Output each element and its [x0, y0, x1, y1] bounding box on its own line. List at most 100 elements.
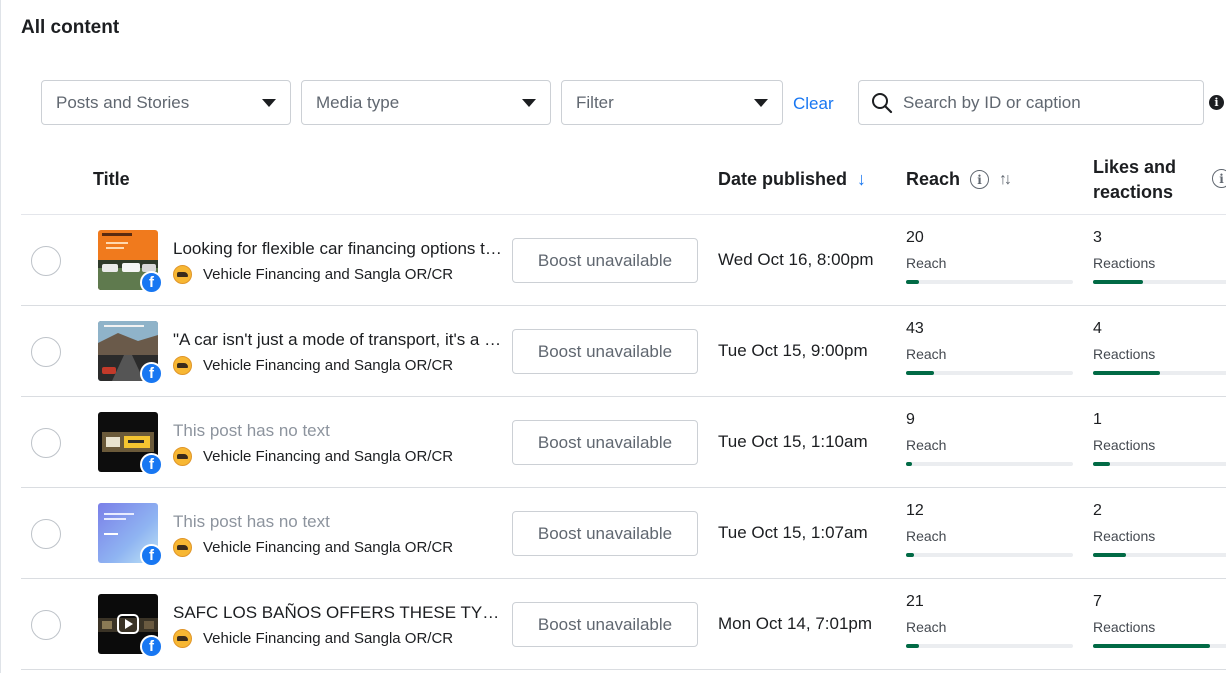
reach-info-icon[interactable]: i: [970, 170, 990, 189]
facebook-icon: f: [140, 544, 163, 567]
reach-bar-fill: [906, 280, 920, 284]
reach-label: Reach: [906, 528, 947, 544]
reactions-bar-fill: [1093, 462, 1110, 466]
column-date-label: Date published: [718, 169, 848, 189]
boost-unavailable-button[interactable]: Boost unavailable: [512, 511, 698, 556]
reactions-metric: 7 Reactions: [1093, 593, 1226, 648]
reach-value: 9: [906, 411, 915, 428]
row-select-radio[interactable]: [31, 519, 61, 549]
boost-unavailable-button[interactable]: Boost unavailable: [512, 420, 698, 465]
date-published: Tue Oct 15, 1:07am: [718, 523, 868, 542]
reach-bar: [906, 462, 1073, 466]
reach-bar-fill: [906, 644, 920, 648]
boost-unavailable-button[interactable]: Boost unavailable: [512, 602, 698, 647]
reactions-metric: 2 Reactions: [1093, 502, 1226, 557]
reactions-bar-fill: [1093, 280, 1144, 284]
reactions-value: 7: [1093, 593, 1102, 610]
page-name: Vehicle Financing and Sangla OR/CR: [203, 539, 454, 556]
row-select-radio[interactable]: [31, 246, 61, 276]
row-select-radio[interactable]: [31, 337, 61, 367]
posts-stories-dropdown[interactable]: Posts and Stories: [41, 80, 291, 125]
filter-dropdown[interactable]: Filter: [561, 80, 783, 125]
date-published: Tue Oct 15, 9:00pm: [718, 341, 868, 360]
page-avatar: [173, 356, 192, 375]
post-title[interactable]: Looking for flexible car financing optio…: [173, 239, 508, 259]
facebook-icon: f: [140, 453, 163, 476]
reactions-metric: 1 Reactions: [1093, 411, 1226, 466]
page-left-border: [0, 0, 1, 673]
reactions-bar-fill: [1093, 553, 1127, 557]
media-type-dropdown[interactable]: Media type: [301, 80, 551, 125]
date-published: Tue Oct 15, 1:10am: [718, 432, 868, 451]
reactions-bar: [1093, 553, 1226, 557]
date-published: Wed Oct 16, 8:00pm: [718, 250, 874, 269]
reactions-label: Reactions: [1093, 255, 1156, 271]
table-row[interactable]: f Looking for flexible car financing opt…: [21, 215, 1226, 306]
reactions-value: 2: [1093, 502, 1102, 519]
facebook-icon: f: [140, 271, 163, 294]
reactions-value: 3: [1093, 229, 1102, 246]
column-likes-label-line1: Likes and: [1093, 157, 1177, 177]
reach-bar-fill: [906, 371, 935, 375]
column-header-reach[interactable]: Reach i ↑↓: [906, 169, 1012, 190]
column-header-likes-reactions[interactable]: Likes and reactions: [1093, 155, 1176, 205]
post-title[interactable]: This post has no text: [173, 512, 508, 532]
reactions-label: Reactions: [1093, 528, 1156, 544]
page-avatar: [173, 629, 192, 648]
reach-value: 21: [906, 593, 924, 610]
search-info-icon[interactable]: i: [1209, 95, 1224, 110]
post-title[interactable]: This post has no text: [173, 421, 508, 441]
table-row[interactable]: f This post has no text Vehicle Financin…: [21, 488, 1226, 579]
table-row[interactable]: f This post has no text Vehicle Financin…: [21, 397, 1226, 488]
sort-descending-icon[interactable]: ↓: [857, 169, 866, 190]
page-avatar: [173, 447, 192, 466]
reactions-label: Reactions: [1093, 346, 1156, 362]
table-row[interactable]: f SAFC LOS BAÑOS OFFERS THESE TYPE OF LO…: [21, 579, 1226, 670]
caret-down-icon: [262, 98, 276, 107]
reactions-value: 1: [1093, 411, 1102, 428]
filter-dropdown-label: Filter: [576, 92, 614, 112]
reach-metric: 20 Reach: [906, 229, 1073, 284]
column-header-title: Title: [93, 169, 130, 190]
page-avatar: [173, 265, 192, 284]
post-title[interactable]: "A car isn't just a mode of transport, i…: [173, 330, 508, 350]
reach-bar-fill: [906, 553, 914, 557]
reach-label: Reach: [906, 619, 947, 635]
search-input[interactable]: [903, 92, 1191, 113]
posts-stories-dropdown-label: Posts and Stories: [56, 92, 190, 112]
table-row[interactable]: f "A car isn't just a mode of transport,…: [21, 306, 1226, 397]
row-select-radio[interactable]: [31, 428, 61, 458]
reactions-bar: [1093, 644, 1226, 648]
search-box[interactable]: [858, 80, 1204, 125]
sort-toggle-icon[interactable]: ↑↓: [999, 171, 1012, 189]
boost-unavailable-button[interactable]: Boost unavailable: [512, 238, 698, 283]
boost-unavailable-button[interactable]: Boost unavailable: [512, 329, 698, 374]
likes-info-icon[interactable]: i: [1212, 169, 1226, 188]
reach-label: Reach: [906, 437, 947, 453]
date-published: Mon Oct 14, 7:01pm: [718, 614, 873, 633]
post-title[interactable]: SAFC LOS BAÑOS OFFERS THESE TYPE OF LOAN…: [173, 603, 508, 623]
column-header-date[interactable]: Date published ↓: [718, 169, 866, 190]
reactions-label: Reactions: [1093, 437, 1156, 453]
reach-metric: 21 Reach: [906, 593, 1073, 648]
column-reach-label: Reach: [906, 169, 961, 189]
page-avatar: [173, 538, 192, 557]
column-likes-label-line2: reactions: [1093, 182, 1174, 202]
reach-metric: 9 Reach: [906, 411, 1073, 466]
page-name: Vehicle Financing and Sangla OR/CR: [203, 448, 454, 465]
search-icon: [872, 92, 893, 113]
row-select-radio[interactable]: [31, 610, 61, 640]
reactions-label: Reactions: [1093, 619, 1156, 635]
column-title-label: Title: [93, 169, 130, 189]
reactions-bar: [1093, 462, 1226, 466]
reactions-metric: 3 Reactions: [1093, 229, 1226, 284]
clear-filters-link[interactable]: Clear: [793, 94, 834, 114]
facebook-icon: f: [140, 635, 163, 658]
reach-metric: 43 Reach: [906, 320, 1073, 375]
reach-label: Reach: [906, 346, 947, 362]
reactions-bar-fill: [1093, 644, 1210, 648]
reach-value: 12: [906, 502, 924, 519]
reach-value: 43: [906, 320, 924, 337]
reach-bar: [906, 371, 1073, 375]
reactions-bar-fill: [1093, 371, 1160, 375]
